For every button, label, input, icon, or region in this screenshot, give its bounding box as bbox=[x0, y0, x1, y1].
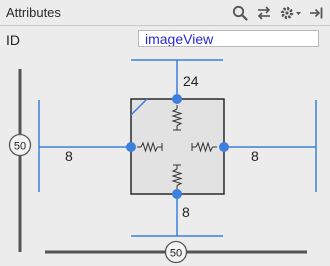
top-margin-value[interactable]: 24 bbox=[183, 73, 199, 89]
vertical-bias-slider[interactable]: 50 bbox=[8, 69, 32, 252]
pin-to-side-icon[interactable] bbox=[307, 3, 325, 23]
top-anchor-handle[interactable] bbox=[172, 94, 182, 104]
horizontal-bias-slider[interactable]: 50 bbox=[45, 240, 307, 264]
gear-icon[interactable] bbox=[279, 3, 303, 23]
right-margin-value[interactable]: 8 bbox=[251, 148, 259, 164]
left-anchor-handle[interactable] bbox=[126, 142, 136, 152]
id-input[interactable] bbox=[138, 30, 319, 47]
id-label: ID bbox=[6, 32, 20, 48]
bottom-anchor-handle[interactable] bbox=[172, 189, 182, 199]
panel-title: Attributes bbox=[6, 5, 61, 20]
horizontal-bias-value: 50 bbox=[170, 248, 182, 260]
left-margin-value[interactable]: 8 bbox=[65, 148, 73, 164]
id-row: ID bbox=[0, 26, 330, 52]
vertical-bias-value: 50 bbox=[14, 141, 26, 153]
vertical-bias-knob[interactable]: 50 bbox=[8, 133, 32, 157]
horizontal-bias-knob[interactable]: 50 bbox=[164, 240, 188, 264]
right-anchor-handle[interactable] bbox=[219, 142, 229, 152]
constraint-editor: 50 50 24 8 8 8 bbox=[8, 59, 317, 264]
swap-icon[interactable] bbox=[254, 3, 274, 23]
search-icon[interactable] bbox=[231, 3, 249, 23]
attributes-header: Attributes bbox=[0, 0, 330, 26]
bottom-margin-value[interactable]: 8 bbox=[182, 204, 190, 220]
